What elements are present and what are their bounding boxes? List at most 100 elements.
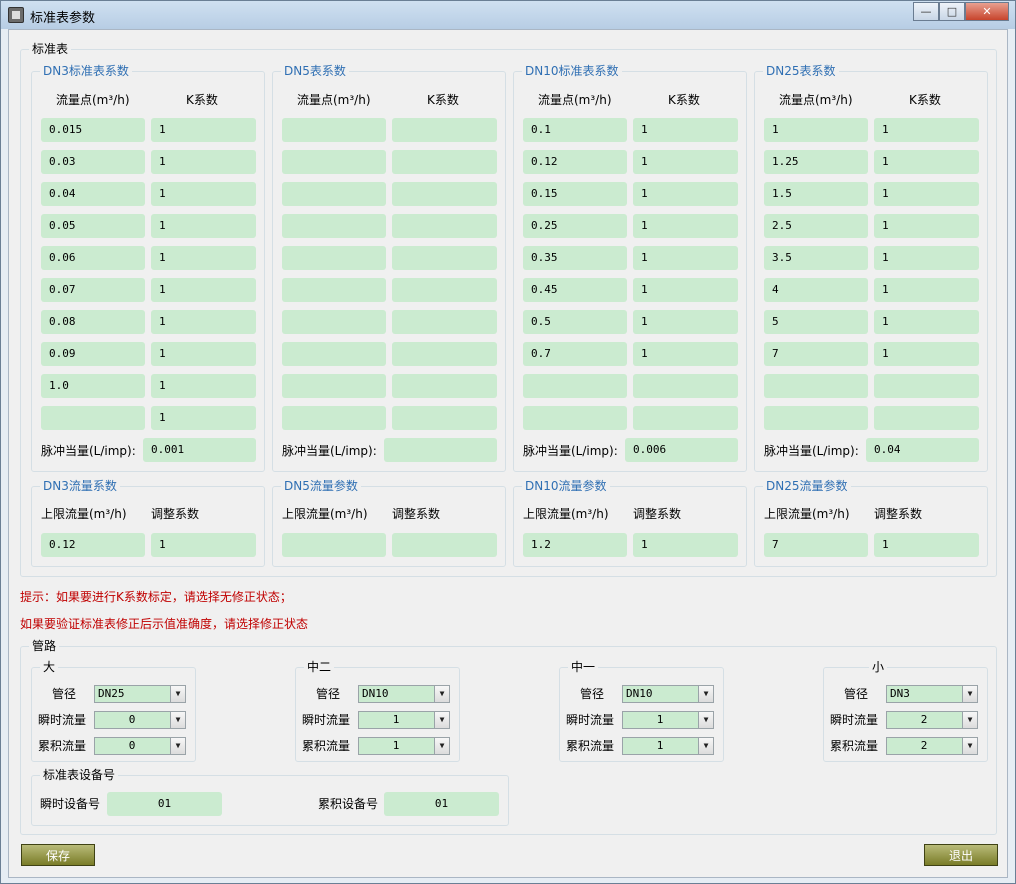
flow-point-input[interactable] [282,214,386,238]
inst-flow-select[interactable]: 1 ▼ [622,711,714,729]
k-coef-input[interactable]: 1 [633,342,738,366]
diameter-select[interactable]: DN10 ▼ [358,685,450,703]
chevron-down-icon[interactable]: ▼ [962,686,977,702]
flow-point-input[interactable] [282,310,386,334]
flow-point-input[interactable]: 0.15 [523,182,627,206]
k-coef-input[interactable] [392,374,497,398]
k-coef-input[interactable]: 1 [151,278,256,302]
k-coef-input[interactable] [392,342,497,366]
exit-button[interactable]: 退出 [924,844,998,866]
flow-point-input[interactable] [282,182,386,206]
limit-flow-input[interactable] [282,533,386,557]
limit-flow-input[interactable]: 1.2 [523,533,627,557]
k-coef-input[interactable] [633,406,738,430]
k-coef-input[interactable]: 1 [874,118,979,142]
adjust-input[interactable]: 1 [874,533,979,557]
flow-point-input[interactable] [282,246,386,270]
pulse-input[interactable]: 0.001 [143,438,256,462]
k-coef-input[interactable]: 1 [633,118,738,142]
chevron-down-icon[interactable]: ▼ [962,712,977,728]
k-coef-input[interactable] [392,118,497,142]
close-button[interactable]: ✕ [965,2,1009,21]
flow-point-input[interactable]: 0.07 [41,278,145,302]
k-coef-input[interactable]: 1 [633,310,738,334]
k-coef-input[interactable]: 1 [874,182,979,206]
k-coef-input[interactable]: 1 [151,374,256,398]
k-coef-input[interactable]: 1 [151,214,256,238]
diameter-select[interactable]: DN3 ▼ [886,685,978,703]
chevron-down-icon[interactable]: ▼ [170,712,185,728]
flow-point-input[interactable]: 1 [764,118,868,142]
flow-point-input[interactable]: 1.5 [764,182,868,206]
k-coef-input[interactable]: 1 [633,150,738,174]
limit-flow-input[interactable]: 0.12 [41,533,145,557]
inst-device-field[interactable]: 01 [107,792,222,816]
flow-point-input[interactable] [282,374,386,398]
flow-point-input[interactable] [282,150,386,174]
flow-point-input[interactable] [282,118,386,142]
limit-flow-input[interactable]: 7 [764,533,868,557]
flow-point-input[interactable]: 0.03 [41,150,145,174]
k-coef-input[interactable]: 1 [151,182,256,206]
k-coef-input[interactable] [392,150,497,174]
flow-point-input[interactable]: 0.35 [523,246,627,270]
flow-point-input[interactable]: 0.05 [41,214,145,238]
flow-point-input[interactable]: 2.5 [764,214,868,238]
chevron-down-icon[interactable]: ▼ [170,686,185,702]
k-coef-input[interactable]: 1 [874,310,979,334]
flow-point-input[interactable] [282,342,386,366]
flow-point-input[interactable]: 4 [764,278,868,302]
flow-point-input[interactable]: 0.06 [41,246,145,270]
flow-point-input[interactable] [41,406,145,430]
cum-flow-select[interactable]: 1 ▼ [622,737,714,755]
chevron-down-icon[interactable]: ▼ [698,738,713,754]
k-coef-input[interactable] [874,374,979,398]
cum-flow-select[interactable]: 2 ▼ [886,737,978,755]
flow-point-input[interactable]: 0.25 [523,214,627,238]
k-coef-input[interactable]: 1 [874,342,979,366]
pulse-input[interactable]: 0.006 [625,438,738,462]
k-coef-input[interactable] [392,406,497,430]
chevron-down-icon[interactable]: ▼ [698,712,713,728]
flow-point-input[interactable]: 0.08 [41,310,145,334]
adjust-input[interactable] [392,533,497,557]
k-coef-input[interactable]: 1 [151,246,256,270]
pulse-input[interactable] [384,438,497,462]
cum-flow-select[interactable]: 1 ▼ [358,737,450,755]
k-coef-input[interactable] [392,214,497,238]
adjust-input[interactable]: 1 [151,533,256,557]
inst-flow-select[interactable]: 2 ▼ [886,711,978,729]
flow-point-input[interactable]: 0.45 [523,278,627,302]
flow-point-input[interactable]: 5 [764,310,868,334]
k-coef-input[interactable]: 1 [151,310,256,334]
k-coef-input[interactable]: 1 [874,150,979,174]
k-coef-input[interactable]: 1 [151,342,256,366]
diameter-select[interactable]: DN25 ▼ [94,685,186,703]
minimize-button[interactable]: — [913,2,939,21]
flow-point-input[interactable]: 3.5 [764,246,868,270]
flow-point-input[interactable]: 0.5 [523,310,627,334]
k-coef-input[interactable]: 1 [633,214,738,238]
adjust-input[interactable]: 1 [633,533,738,557]
flow-point-input[interactable]: 0.015 [41,118,145,142]
flow-point-input[interactable]: 0.09 [41,342,145,366]
k-coef-input[interactable]: 1 [874,246,979,270]
diameter-select[interactable]: DN10 ▼ [622,685,714,703]
k-coef-input[interactable]: 1 [874,214,979,238]
flow-point-input[interactable] [764,406,868,430]
k-coef-input[interactable] [392,310,497,334]
chevron-down-icon[interactable]: ▼ [434,738,449,754]
chevron-down-icon[interactable]: ▼ [434,712,449,728]
flow-point-input[interactable]: 0.04 [41,182,145,206]
save-button[interactable]: 保存 [21,844,95,866]
k-coef-input[interactable]: 1 [633,246,738,270]
flow-point-input[interactable]: 0.12 [523,150,627,174]
k-coef-input[interactable]: 1 [151,118,256,142]
k-coef-input[interactable] [392,278,497,302]
flow-point-input[interactable]: 1.25 [764,150,868,174]
chevron-down-icon[interactable]: ▼ [962,738,977,754]
cum-device-field[interactable]: 01 [384,792,499,816]
maximize-button[interactable]: □ [939,2,965,21]
k-coef-input[interactable]: 1 [151,150,256,174]
k-coef-input[interactable] [392,182,497,206]
